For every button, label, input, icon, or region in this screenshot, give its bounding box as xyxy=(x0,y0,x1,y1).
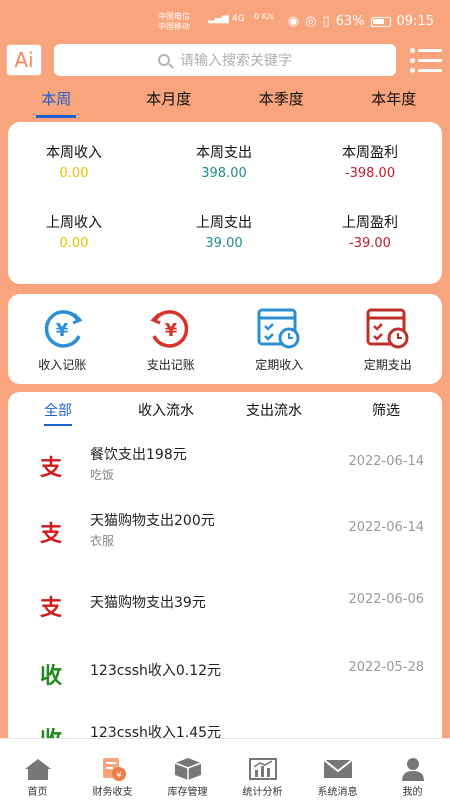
expense-record-icon: ¥ xyxy=(150,310,188,348)
income-record-icon: ¥ xyxy=(45,310,83,348)
alarm-icon: ◉ xyxy=(287,14,300,29)
net-speed: 0 K/s xyxy=(254,12,274,21)
nav-finance[interactable]: ¥ 财务收支 xyxy=(75,739,150,800)
bottom-nav: 首页 ¥ 财务收支 库存管理 统计分析 系统消息 我的 xyxy=(0,738,450,800)
nav-inventory[interactable]: 库存管理 xyxy=(150,739,225,800)
scheduled-income-button[interactable]: 定期收入 xyxy=(225,294,334,384)
list-item[interactable]: 收 123cssh收入0.12元 2022-05-28 xyxy=(8,648,442,718)
finance-icon: ¥ xyxy=(102,758,126,781)
inventory-box-icon xyxy=(174,758,201,780)
app-logo: Ai xyxy=(6,44,42,76)
list-item[interactable]: 支 天猫购物支出39元 2022-06-06 xyxy=(8,578,442,648)
expense-record-button[interactable]: ¥ 支出记账 xyxy=(117,294,226,384)
records-card: 全部 收入流水 支出流水 筛选 支 餐饮支出198元 吃饭 2022-06-14… xyxy=(8,392,442,742)
tab-this-year[interactable]: 本年度 xyxy=(338,84,450,120)
battery-icon xyxy=(370,16,391,27)
tab-this-month[interactable]: 本月度 xyxy=(113,84,226,120)
eye-icon: ◎ xyxy=(305,14,317,29)
svg-text:¥: ¥ xyxy=(164,320,177,341)
tab-this-quarter[interactable]: 本季度 xyxy=(225,84,338,120)
nav-home[interactable]: 首页 xyxy=(0,739,75,800)
battery-percent: 63% xyxy=(335,14,365,29)
expense-glyph-icon: 支 xyxy=(40,595,63,621)
nav-messages[interactable]: 系统消息 xyxy=(300,739,375,800)
summary-card: 本周收入 0.00 本周支出 398.00 本周盈利 -398.00 上周收入 … xyxy=(8,122,442,284)
clock: 09:15 xyxy=(396,14,434,29)
filter-button[interactable]: 筛选 xyxy=(372,398,400,424)
svg-text:¥: ¥ xyxy=(56,320,69,341)
scheduled-income-icon xyxy=(257,308,300,349)
mail-icon xyxy=(322,759,353,778)
expense-glyph-icon: 支 xyxy=(40,455,63,481)
search-icon xyxy=(158,54,170,66)
menu-icon[interactable] xyxy=(410,46,442,74)
status-bar: 中国电信 中国移动 ▂▄▆ 4G 0 K/s ◉ ◎ ▯ 63% 09:15 xyxy=(0,0,450,40)
carrier-2: 中国移动 xyxy=(158,22,190,31)
list-item[interactable]: 支 餐饮支出198元 吃饭 2022-06-14 xyxy=(8,438,442,508)
svg-text:¥: ¥ xyxy=(116,771,122,781)
income-record-button[interactable]: ¥ 收入记账 xyxy=(8,294,117,384)
expense-glyph-icon: 支 xyxy=(40,521,63,547)
home-icon xyxy=(24,759,51,780)
search-input[interactable]: 请输入搜索关键字 xyxy=(54,44,396,76)
tab-expense-flow[interactable]: 支出流水 xyxy=(246,398,302,424)
top-bar: Ai 请输入搜索关键字 xyxy=(0,40,450,80)
carrier-info: 中国电信 中国移动 xyxy=(158,12,190,32)
carrier-1: 中国电信 xyxy=(158,12,190,21)
search-placeholder: 请输入搜索关键字 xyxy=(180,53,292,69)
status-right: ◉ ◎ ▯ 63% 09:15 xyxy=(288,14,434,29)
signal-icon: ▂▄▆ xyxy=(208,14,229,24)
tab-all[interactable]: 全部 xyxy=(44,398,72,426)
list-item[interactable]: 支 天猫购物支出200元 衣服 2022-06-14 xyxy=(8,508,442,578)
vibrate-icon: ▯ xyxy=(322,14,330,29)
tab-this-week[interactable]: 本周 xyxy=(0,84,113,120)
chart-icon xyxy=(248,758,277,780)
stat-this-week-expense: 本周支出 398.00 xyxy=(196,145,252,181)
stat-last-week-income: 上周收入 0.00 xyxy=(46,215,102,251)
scheduled-expense-icon xyxy=(366,308,409,349)
stat-last-week-profit: 上周盈利 -39.00 xyxy=(342,215,398,251)
quick-actions: ¥ 收入记账 ¥ 支出记账 定期收入 定期支出 xyxy=(8,294,442,384)
stat-last-week-expense: 上周支出 39.00 xyxy=(196,215,252,251)
user-icon xyxy=(401,758,424,781)
nav-statistics[interactable]: 统计分析 xyxy=(225,739,300,800)
stat-this-week-profit: 本周盈利 -398.00 xyxy=(342,145,398,181)
scheduled-expense-button[interactable]: 定期支出 xyxy=(334,294,443,384)
net-type: 4G xyxy=(232,14,245,24)
tab-income-flow[interactable]: 收入流水 xyxy=(138,398,194,424)
period-tabs: 本周 本月度 本季度 本年度 xyxy=(0,84,450,120)
flow-tabs: 全部 收入流水 支出流水 筛选 xyxy=(8,398,442,428)
stat-this-week-income: 本周收入 0.00 xyxy=(46,145,102,181)
income-glyph-icon: 收 xyxy=(40,663,63,689)
nav-mine[interactable]: 我的 xyxy=(375,739,450,800)
